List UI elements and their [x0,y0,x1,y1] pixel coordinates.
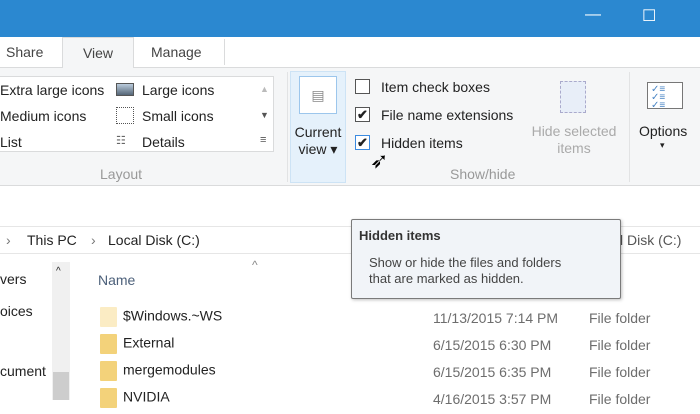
hidden-items-checkbox[interactable]: ✔ [355,135,370,150]
scrollbar-thumb[interactable] [53,372,69,400]
ribbon: Extra large icons Large icons Medium ico… [0,68,700,186]
file-date: 6/15/2015 6:30 PM [433,337,552,353]
nav-item[interactable]: cument [0,363,46,379]
current-view-label-2: view ▾ [298,141,338,157]
hide-selected-button[interactable]: Hide selected items [524,123,624,157]
file-row[interactable]: mergemodules 6/15/2015 6:35 PM File fold… [100,361,700,387]
nav-item[interactable]: vers [0,271,26,287]
ribbon-tabs: Share View Manage [0,37,700,69]
file-row[interactable]: NVIDIA 4/16/2015 3:57 PM File folder [100,388,700,414]
tooltip-body-2: that are marked as hidden. [369,271,524,286]
breadcrumb-this-pc[interactable]: This PC [27,232,77,248]
scroll-up-icon[interactable]: ^ [56,266,61,277]
file-name: External [123,334,175,351]
tab-view[interactable]: View [62,37,134,69]
file-date: 6/15/2015 6:35 PM [433,364,552,380]
expand-gallery-icon[interactable]: ≡ [260,134,266,146]
current-view-button[interactable]: ▤ Current view ▾ [290,71,346,183]
details-icon: ☷ [116,135,126,147]
options-icon: ✓≡ ✓≡ ✓≡ [647,82,683,111]
file-type: File folder [589,337,651,353]
file-type: File folder [589,310,651,326]
column-header-name[interactable]: Name [98,272,135,288]
title-bar: — ☐ [0,0,700,37]
hide-selected-icon [560,81,586,113]
tab-manage[interactable]: Manage [141,37,212,68]
file-type: File folder [589,391,651,407]
layout-large-icons[interactable]: Large icons [142,82,214,98]
tooltip: Hidden items Show or hide the files and … [351,219,621,299]
nav-scrollbar[interactable]: ^ [52,262,70,400]
file-name-extensions-label[interactable]: File name extensions [381,107,513,123]
layout-details[interactable]: Details [142,134,185,150]
showhide-group-label: Show/hide [450,166,516,182]
options-button[interactable]: Options [639,123,687,139]
file-name: $Windows.~WS [123,307,223,324]
chevron-right-icon: › [6,232,11,248]
item-check-boxes-label[interactable]: Item check boxes [381,79,490,95]
search-box[interactable]: l Disk (C:) [620,232,681,248]
layout-list[interactable]: List [0,134,22,150]
folder-icon [100,388,117,408]
current-view-icon: ▤ [299,76,337,114]
file-row[interactable]: $Windows.~WS 11/13/2015 7:14 PM File fol… [100,307,700,333]
large-icons-icon [116,83,134,96]
scroll-down-icon[interactable]: ▼ [260,110,269,120]
mouse-cursor-icon: ➶ [370,148,389,173]
file-date: 4/16/2015 3:57 PM [433,391,552,407]
sort-ascending-icon: ^ [252,258,258,272]
file-row[interactable]: External 6/15/2015 6:30 PM File folder [100,334,700,360]
current-view-label: Current [294,124,342,140]
file-name: mergemodules [123,361,216,378]
maximize-button[interactable]: ☐ [642,6,656,26]
scroll-up-icon[interactable]: ▲ [260,84,269,94]
file-date: 11/13/2015 7:14 PM [433,310,559,326]
options-arrow-icon: ▾ [660,140,665,150]
hide-selected-label: Hide selected [531,123,617,139]
layout-small-icons[interactable]: Small icons [142,108,214,124]
file-name-extensions-checkbox[interactable]: ✔ [355,107,370,122]
file-type: File folder [589,364,651,380]
folder-icon [100,334,117,354]
item-check-boxes-checkbox[interactable] [355,79,370,94]
chevron-right-icon: › [91,232,96,248]
tooltip-body: Show or hide the files and folders [369,255,562,270]
hidden-items-label[interactable]: Hidden items [381,135,463,151]
hide-selected-label-2: items [557,140,591,156]
tab-share[interactable]: Share [0,37,53,68]
navigation-pane: vers oices cument ^ [0,256,70,400]
tooltip-title: Hidden items [359,228,441,243]
minimize-button[interactable]: — [585,6,601,24]
layout-extra-large-icons[interactable]: Extra large icons [0,82,104,98]
folder-icon [100,361,117,381]
folder-icon [100,307,117,327]
small-icons-icon [116,107,134,124]
breadcrumb-local-disk[interactable]: Local Disk (C:) [108,232,200,248]
layout-group-label: Layout [100,166,143,182]
file-name: NVIDIA [123,388,170,405]
layout-medium-icons[interactable]: Medium icons [0,108,86,124]
nav-item[interactable]: oices [0,303,33,319]
